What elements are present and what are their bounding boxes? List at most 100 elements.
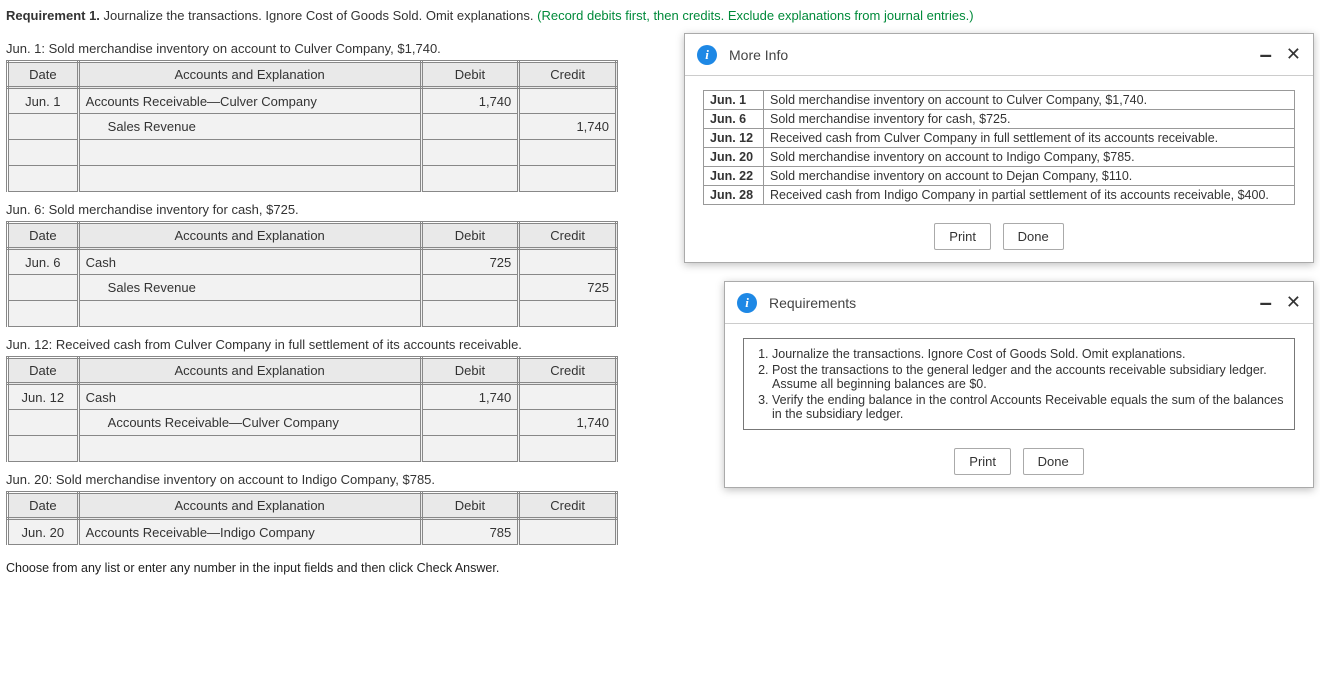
credit-cell[interactable] bbox=[519, 436, 617, 462]
debit-cell[interactable] bbox=[421, 436, 519, 462]
column-header: Accounts and Explanation bbox=[78, 358, 421, 384]
date-cell[interactable]: Jun. 6 bbox=[8, 249, 79, 275]
account-cell[interactable] bbox=[78, 140, 421, 166]
column-header: Debit bbox=[421, 62, 519, 88]
requirements-panel: i Requirements – ✕ Journalize the transa… bbox=[724, 281, 1314, 488]
date-cell[interactable]: Jun. 12 bbox=[8, 384, 79, 410]
date-cell[interactable]: Jun. 1 bbox=[8, 88, 79, 114]
account-cell[interactable]: Sales Revenue bbox=[78, 114, 421, 140]
credit-cell[interactable] bbox=[519, 166, 617, 192]
debit-cell[interactable] bbox=[421, 140, 519, 166]
date-cell[interactable] bbox=[8, 436, 79, 462]
journal-table: DateAccounts and ExplanationDebitCreditJ… bbox=[6, 356, 618, 462]
info-text: Sold merchandise inventory on account to… bbox=[764, 91, 1295, 110]
column-header: Date bbox=[8, 223, 79, 249]
column-header: Debit bbox=[421, 223, 519, 249]
journal-table: DateAccounts and ExplanationDebitCreditJ… bbox=[6, 60, 618, 192]
debit-cell[interactable] bbox=[421, 410, 519, 436]
requirement-label: Requirement 1. bbox=[6, 8, 100, 23]
close-icon[interactable]: ✕ bbox=[1286, 44, 1301, 65]
account-cell[interactable] bbox=[78, 436, 421, 462]
journal-table: DateAccounts and ExplanationDebitCreditJ… bbox=[6, 491, 618, 545]
account-cell[interactable]: Accounts Receivable—Indigo Company bbox=[78, 519, 421, 545]
column-header: Date bbox=[8, 358, 79, 384]
info-icon: i bbox=[737, 293, 757, 313]
credit-cell[interactable] bbox=[519, 140, 617, 166]
column-header: Date bbox=[8, 62, 79, 88]
date-cell[interactable] bbox=[8, 166, 79, 192]
minimize-icon[interactable]: – bbox=[1260, 299, 1272, 307]
column-header: Credit bbox=[519, 62, 617, 88]
journal-table: DateAccounts and ExplanationDebitCredit J… bbox=[6, 221, 618, 327]
more-info-header: i More Info – ✕ bbox=[685, 34, 1313, 76]
requirement-item: Verify the ending balance in the control… bbox=[772, 393, 1284, 421]
column-header: Credit bbox=[519, 358, 617, 384]
column-header: Credit bbox=[519, 493, 617, 519]
table-row: Accounts Receivable—Culver Company 1,740 bbox=[8, 410, 617, 436]
debit-cell[interactable]: 1,740 bbox=[421, 384, 519, 410]
account-cell[interactable] bbox=[78, 301, 421, 327]
info-date: Jun. 22 bbox=[704, 167, 764, 186]
more-info-done-button[interactable]: Done bbox=[1003, 223, 1064, 250]
column-header: Debit bbox=[421, 358, 519, 384]
account-cell[interactable]: Accounts Receivable—Culver Company bbox=[78, 410, 421, 436]
table-row: Jun. 1Accounts Receivable—Culver Company… bbox=[8, 88, 617, 114]
account-cell[interactable]: Sales Revenue bbox=[78, 275, 421, 301]
requirements-header: i Requirements – ✕ bbox=[725, 282, 1313, 324]
transaction-description: Jun. 12: Received cash from Culver Compa… bbox=[6, 337, 674, 352]
journal-area: Jun. 1: Sold merchandise inventory on ac… bbox=[6, 31, 674, 551]
credit-cell[interactable] bbox=[519, 249, 617, 275]
account-cell[interactable]: Cash bbox=[78, 249, 421, 275]
date-cell[interactable] bbox=[8, 410, 79, 436]
table-row: Jun. 12Cash1,740 bbox=[8, 384, 617, 410]
account-cell[interactable] bbox=[78, 166, 421, 192]
debit-cell[interactable]: 1,740 bbox=[421, 88, 519, 114]
column-header: Accounts and Explanation bbox=[78, 223, 421, 249]
requirement-hint: (Record debits first, then credits. Excl… bbox=[537, 8, 973, 23]
date-cell[interactable] bbox=[8, 140, 79, 166]
credit-cell[interactable] bbox=[519, 519, 617, 545]
column-header: Date bbox=[8, 493, 79, 519]
credit-cell[interactable]: 725 bbox=[519, 275, 617, 301]
date-cell[interactable]: Jun. 20 bbox=[8, 519, 79, 545]
requirements-list: Journalize the transactions. Ignore Cost… bbox=[743, 338, 1295, 430]
debit-cell[interactable]: 725 bbox=[421, 249, 519, 275]
info-date: Jun. 6 bbox=[704, 110, 764, 129]
info-date: Jun. 28 bbox=[704, 186, 764, 205]
more-info-print-button[interactable]: Print bbox=[934, 223, 991, 250]
requirements-done-button[interactable]: Done bbox=[1023, 448, 1084, 475]
more-info-table: Jun. 1Sold merchandise inventory on acco… bbox=[703, 90, 1295, 205]
debit-cell[interactable] bbox=[421, 166, 519, 192]
table-row bbox=[8, 301, 617, 327]
account-cell[interactable]: Cash bbox=[78, 384, 421, 410]
requirements-print-button[interactable]: Print bbox=[954, 448, 1011, 475]
credit-cell[interactable] bbox=[519, 384, 617, 410]
requirement-item: Post the transactions to the general led… bbox=[772, 363, 1284, 391]
credit-cell[interactable] bbox=[519, 301, 617, 327]
minimize-icon[interactable]: – bbox=[1260, 51, 1272, 59]
date-cell[interactable] bbox=[8, 114, 79, 140]
account-cell[interactable]: Accounts Receivable—Culver Company bbox=[78, 88, 421, 114]
credit-cell[interactable] bbox=[519, 88, 617, 114]
debit-cell[interactable] bbox=[421, 114, 519, 140]
info-row: Jun. 28Received cash from Indigo Company… bbox=[704, 186, 1295, 205]
table-row bbox=[8, 140, 617, 166]
debit-cell[interactable] bbox=[421, 275, 519, 301]
table-row: Jun. 20Accounts Receivable—Indigo Compan… bbox=[8, 519, 617, 545]
credit-cell[interactable]: 1,740 bbox=[519, 114, 617, 140]
requirements-title: Requirements bbox=[769, 295, 1260, 311]
info-row: Jun. 1Sold merchandise inventory on acco… bbox=[704, 91, 1295, 110]
credit-cell[interactable]: 1,740 bbox=[519, 410, 617, 436]
date-cell[interactable] bbox=[8, 275, 79, 301]
debit-cell[interactable] bbox=[421, 301, 519, 327]
column-header: Credit bbox=[519, 223, 617, 249]
info-date: Jun. 20 bbox=[704, 148, 764, 167]
footer-note: Choose from any list or enter any number… bbox=[6, 561, 1314, 575]
info-text: Sold merchandise inventory on account to… bbox=[764, 167, 1295, 186]
debit-cell[interactable]: 785 bbox=[421, 519, 519, 545]
close-icon[interactable]: ✕ bbox=[1286, 292, 1301, 313]
info-icon: i bbox=[697, 45, 717, 65]
info-text: Received cash from Indigo Company in par… bbox=[764, 186, 1295, 205]
transaction-description: Jun. 1: Sold merchandise inventory on ac… bbox=[6, 41, 674, 56]
date-cell[interactable] bbox=[8, 301, 79, 327]
